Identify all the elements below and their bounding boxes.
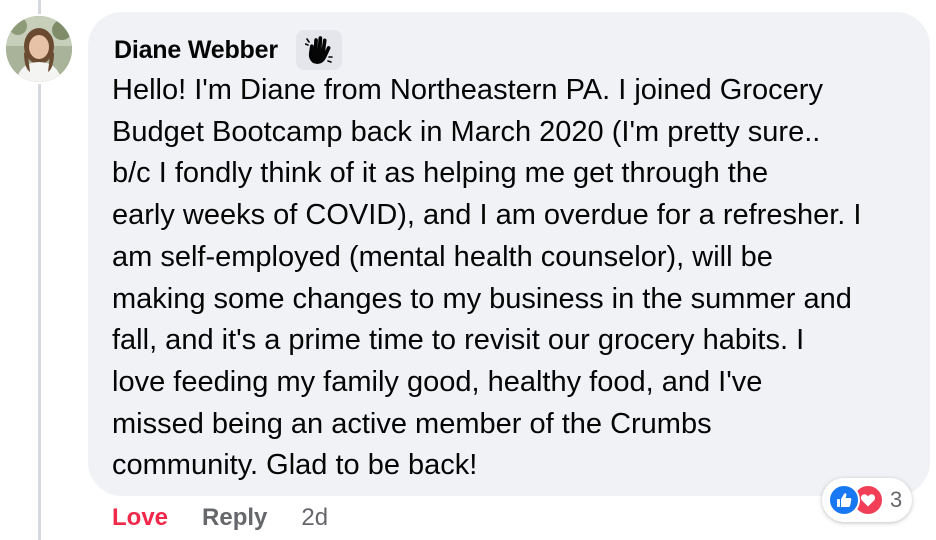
avatar-photo (6, 16, 72, 82)
reactions-summary[interactable]: 3 (822, 478, 913, 522)
heart-glyph (860, 494, 876, 507)
timestamp[interactable]: 2d (301, 504, 328, 532)
love-reaction-button[interactable]: Love (112, 504, 168, 532)
wave-hand-icon[interactable] (295, 30, 342, 70)
comment-text: Hello! I'm Diane from Northeastern PA. I… (112, 74, 862, 482)
author-row: Diane Webber (114, 30, 342, 70)
comment-actions: Love Reply 2d (112, 500, 328, 536)
thread-line-top (38, 0, 41, 14)
thumbs-up-glyph (837, 493, 852, 507)
like-icon (828, 484, 860, 516)
reply-button[interactable]: Reply (202, 504, 267, 532)
thread-line (38, 84, 41, 540)
avatar[interactable] (6, 16, 72, 82)
author-name[interactable]: Diane Webber (114, 36, 278, 65)
comment-bubble: Diane Webber Hello! I'm Diane from North… (88, 12, 930, 496)
reaction-count: 3 (890, 487, 903, 512)
wave-hand-glyph (304, 36, 333, 64)
